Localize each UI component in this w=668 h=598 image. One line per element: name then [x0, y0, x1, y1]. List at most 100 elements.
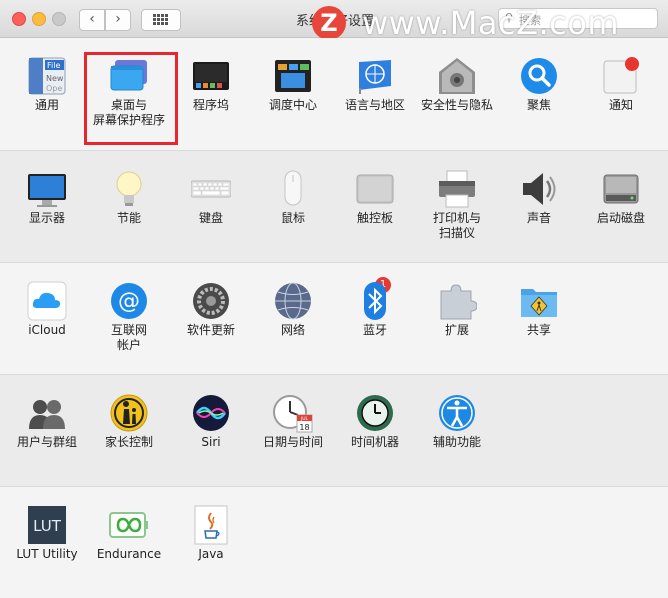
pref-internet-accounts-label: 互联网 帐户	[110, 323, 147, 352]
forward-button[interactable]: ›	[105, 9, 131, 31]
pref-notifications[interactable]: 通知	[580, 44, 662, 144]
pref-time-machine-label: 时间机器	[350, 435, 399, 449]
pref-icloud-label: iCloud	[28, 323, 66, 337]
pref-sound[interactable]: 声音	[498, 157, 580, 257]
pref-software-update[interactable]: 1 软件更新	[170, 269, 391, 369]
pref-dock[interactable]: 程序坞	[170, 44, 252, 144]
accessibility-icon	[439, 395, 475, 431]
svg-text:File: File	[47, 61, 60, 70]
pref-time-machine[interactable]: 时间机器	[334, 381, 416, 481]
pref-accessibility-label: 辅助功能	[432, 435, 481, 449]
users-groups-icon	[29, 400, 65, 429]
printers-scanners-icon	[439, 170, 475, 208]
pref-bluetooth-label: 蓝牙	[362, 323, 387, 337]
pref-date-time[interactable]: JUL 18 日期与时间	[252, 381, 334, 481]
pref-users-groups[interactable]: 用户与群组	[6, 381, 88, 481]
pref-spotlight[interactable]: 聚焦	[498, 44, 580, 144]
siri-icon	[193, 395, 229, 431]
displays-icon	[28, 174, 66, 207]
preferences-row-2: 显示器 节能 键盘 鼠标 触控板 打印机与 扫描仪 声音 启动磁盘	[0, 151, 668, 263]
pref-keyboard-label: 键盘	[198, 211, 223, 225]
pref-security-privacy[interactable]: 安全性与隐私	[416, 44, 498, 144]
pref-network[interactable]: 网络	[252, 269, 334, 369]
pref-internet-accounts[interactable]: @ 互联网 帐户	[88, 269, 170, 369]
sharing-icon	[521, 289, 557, 317]
internet-accounts-icon: @	[111, 283, 147, 319]
svg-text:New: New	[46, 74, 64, 83]
security-privacy-icon	[439, 58, 475, 94]
preferences-row-5: LUT LUT Utility Endurance Java	[0, 487, 668, 598]
pref-displays[interactable]: 显示器	[6, 157, 88, 257]
lut-utility-icon: LUT	[28, 506, 66, 544]
parental-controls-icon	[110, 394, 148, 432]
pref-sound-label: 声音	[526, 211, 551, 225]
pref-spotlight-label: 聚焦	[526, 98, 551, 112]
pref-icloud[interactable]: iCloud	[6, 269, 88, 369]
pref-energy-saver-label: 节能	[116, 211, 141, 225]
pref-extensions-label: 扩展	[444, 323, 469, 337]
pref-date-time-label: 日期与时间	[262, 435, 323, 449]
pref-endurance[interactable]: Endurance	[88, 493, 170, 593]
pref-language-region[interactable]: 语言与地区	[334, 44, 416, 144]
pref-software-update-label: 软件更新	[186, 323, 235, 337]
pref-notifications-label: 通知	[608, 98, 633, 112]
pref-parental-controls-label: 家长控制	[104, 435, 153, 449]
pref-accessibility[interactable]: 辅助功能	[416, 381, 498, 481]
watermark-logo: Z	[312, 6, 346, 40]
pref-users-groups-label: 用户与群组	[16, 435, 77, 449]
watermark-text: www.MacZ.com	[362, 4, 619, 42]
dock-icon	[193, 62, 229, 90]
show-all-button[interactable]	[141, 9, 181, 31]
pref-startup-disk-label: 启动磁盘	[596, 211, 645, 225]
keyboard-icon	[191, 180, 231, 198]
pref-trackpad-label: 触控板	[356, 211, 393, 225]
pref-energy-saver[interactable]: 节能	[88, 157, 170, 257]
grid-icon	[153, 14, 168, 25]
pref-sharing[interactable]: 共享	[498, 269, 580, 369]
close-window-button[interactable]	[12, 12, 26, 26]
energy-saver-icon	[116, 171, 142, 206]
back-button[interactable]: ‹	[79, 9, 105, 31]
pref-mission-control[interactable]: 调度中心	[252, 44, 334, 144]
pref-bluetooth[interactable]: 蓝牙	[334, 269, 416, 369]
pref-trackpad[interactable]: 触控板	[334, 157, 416, 257]
pref-displays-label: 显示器	[28, 211, 65, 225]
svg-text:18: 18	[299, 423, 309, 432]
java-icon	[194, 505, 228, 545]
pref-printers-scanners[interactable]: 打印机与 扫描仪	[416, 157, 498, 257]
notifications-icon	[603, 57, 639, 94]
endurance-icon	[109, 512, 148, 538]
pref-mouse[interactable]: 鼠标	[252, 157, 334, 257]
svg-text:@: @	[118, 289, 140, 314]
pref-dock-label: 程序坞	[192, 98, 229, 112]
mouse-icon	[284, 170, 302, 206]
pref-siri[interactable]: Siri	[170, 381, 252, 481]
trackpad-icon	[356, 174, 394, 204]
pref-startup-disk[interactable]: 启动磁盘	[580, 157, 662, 257]
chevron-left-icon: ‹	[89, 11, 95, 27]
preferences-row-4: 用户与群组 家长控制 Siri JUL 18 日期与时间 时间机器 辅助功能	[0, 375, 668, 487]
pref-general[interactable]: File New Ope 通用	[6, 44, 88, 144]
pref-parental-controls[interactable]: 家长控制	[88, 381, 170, 481]
startup-disk-icon	[603, 174, 639, 204]
zoom-window-button[interactable]	[52, 12, 66, 26]
icloud-icon	[27, 281, 67, 321]
pref-mission-control-label: 调度中心	[268, 98, 317, 112]
svg-text:JUL: JUL	[300, 416, 309, 422]
highlight-box	[84, 52, 178, 145]
sound-icon	[523, 173, 556, 205]
chevron-right-icon: ›	[115, 11, 121, 27]
pref-network-label: 网络	[280, 323, 305, 337]
minimize-window-button[interactable]	[32, 12, 46, 26]
pref-mouse-label: 鼠标	[280, 211, 305, 225]
title-bar: ‹ › 系统偏好设置 ⚲ 搜索 Z www.MacZ.com	[0, 0, 668, 42]
pref-endurance-label: Endurance	[96, 547, 162, 561]
spotlight-icon	[521, 58, 557, 94]
pref-extensions[interactable]: 扩展	[416, 269, 498, 369]
svg-text:LUT: LUT	[33, 517, 62, 535]
pref-security-privacy-label: 安全性与隐私	[420, 98, 493, 112]
svg-text:Ope: Ope	[46, 84, 62, 93]
pref-lut-utility[interactable]: LUT LUT Utility	[6, 493, 88, 593]
pref-java[interactable]: Java	[170, 493, 252, 593]
pref-keyboard[interactable]: 键盘	[170, 157, 252, 257]
